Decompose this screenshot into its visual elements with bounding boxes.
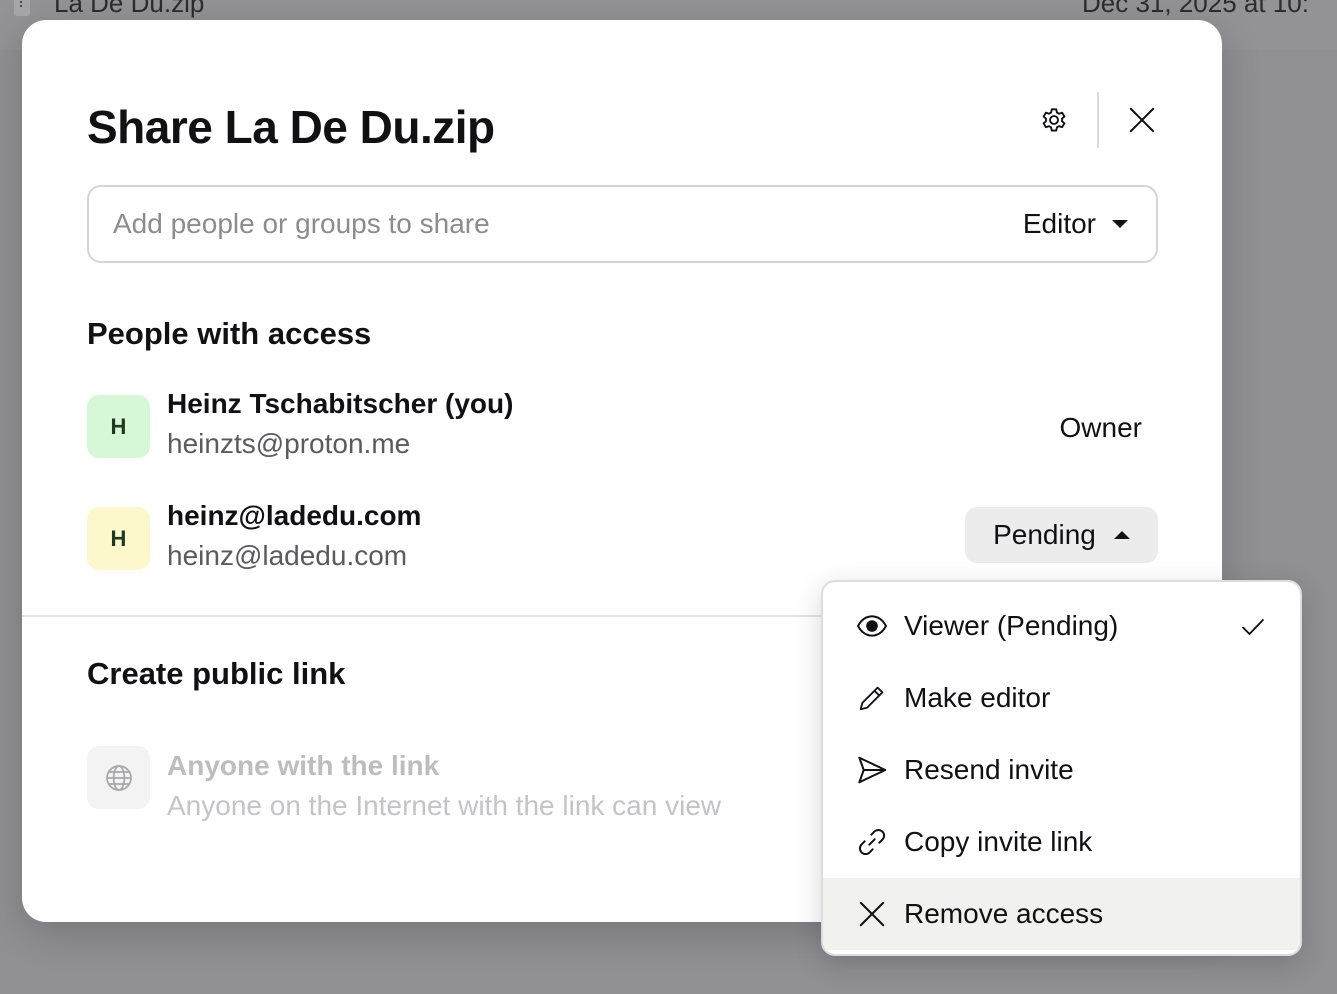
people-with-access-heading: People with access xyxy=(87,316,372,351)
menu-item-copy-invite-link[interactable]: Copy invite link xyxy=(823,806,1300,878)
person-row-owner: H Heinz Tschabitscher (you) heinzts@prot… xyxy=(87,388,1158,462)
menu-item-label: Viewer (Pending) xyxy=(904,610,1119,641)
public-link-row[interactable]: Anyone with the link Anyone on the Inter… xyxy=(87,746,887,821)
header-divider xyxy=(1097,92,1099,148)
chevron-down-icon xyxy=(1112,220,1128,228)
role-select-value: Editor xyxy=(1022,208,1096,239)
role-select-dropdown[interactable]: Editor xyxy=(1023,187,1128,261)
checkmark-icon xyxy=(1242,619,1264,635)
globe-icon xyxy=(105,764,132,791)
public-link-title: Anyone with the link xyxy=(167,750,440,781)
share-input-container: Editor xyxy=(87,185,1158,263)
background-file-date: Dec 31, 2025 at 10: xyxy=(1082,0,1309,18)
create-public-link-heading: Create public link xyxy=(87,656,346,691)
menu-item-remove-access[interactable]: Remove access xyxy=(823,878,1300,950)
person-email: heinz@ladedu.com xyxy=(167,540,408,571)
avatar: H xyxy=(87,507,150,570)
gear-icon xyxy=(1042,108,1066,132)
close-dialog-button[interactable] xyxy=(1122,98,1162,142)
share-people-input[interactable] xyxy=(113,187,973,261)
link-icon xyxy=(858,828,886,856)
menu-item-label: Copy invite link xyxy=(904,826,1093,857)
menu-item-resend-invite[interactable]: Resend invite xyxy=(823,734,1300,806)
pending-role-label: Pending xyxy=(993,519,1096,550)
zip-file-icon xyxy=(14,0,30,16)
dialog-title: Share La De Du.zip xyxy=(87,101,495,153)
pending-role-button[interactable]: Pending xyxy=(965,507,1158,563)
settings-button[interactable] xyxy=(1034,98,1074,142)
eye-icon xyxy=(856,615,888,637)
avatar-initial: H xyxy=(110,413,127,439)
menu-item-label: Make editor xyxy=(904,682,1051,713)
menu-item-viewer[interactable]: Viewer (Pending) xyxy=(823,590,1300,662)
close-icon xyxy=(859,901,885,927)
person-name: Heinz Tschabitscher (you) xyxy=(167,388,514,419)
person-email: heinzts@proton.me xyxy=(167,428,411,459)
avatar-initial: H xyxy=(110,525,127,551)
person-name: heinz@ladedu.com xyxy=(167,500,422,531)
menu-item-make-editor[interactable]: Make editor xyxy=(823,662,1300,734)
owner-role-label: Owner xyxy=(1059,412,1142,443)
globe-icon-box xyxy=(87,746,150,809)
person-row-invitee: H heinz@ladedu.com heinz@ladedu.com Pend… xyxy=(87,500,1158,574)
send-icon xyxy=(858,756,887,784)
background-file-name: La De Du.zip xyxy=(54,0,205,18)
close-icon xyxy=(1129,107,1155,133)
menu-item-label: Resend invite xyxy=(904,754,1074,785)
role-options-menu: Viewer (Pending) Make editor Resend invi… xyxy=(821,580,1302,956)
avatar: H xyxy=(87,395,150,458)
public-link-subtitle: Anyone on the Internet with the link can… xyxy=(167,790,722,821)
menu-item-label: Remove access xyxy=(904,898,1104,929)
pencil-icon xyxy=(859,686,884,711)
chevron-up-icon xyxy=(1113,531,1130,539)
